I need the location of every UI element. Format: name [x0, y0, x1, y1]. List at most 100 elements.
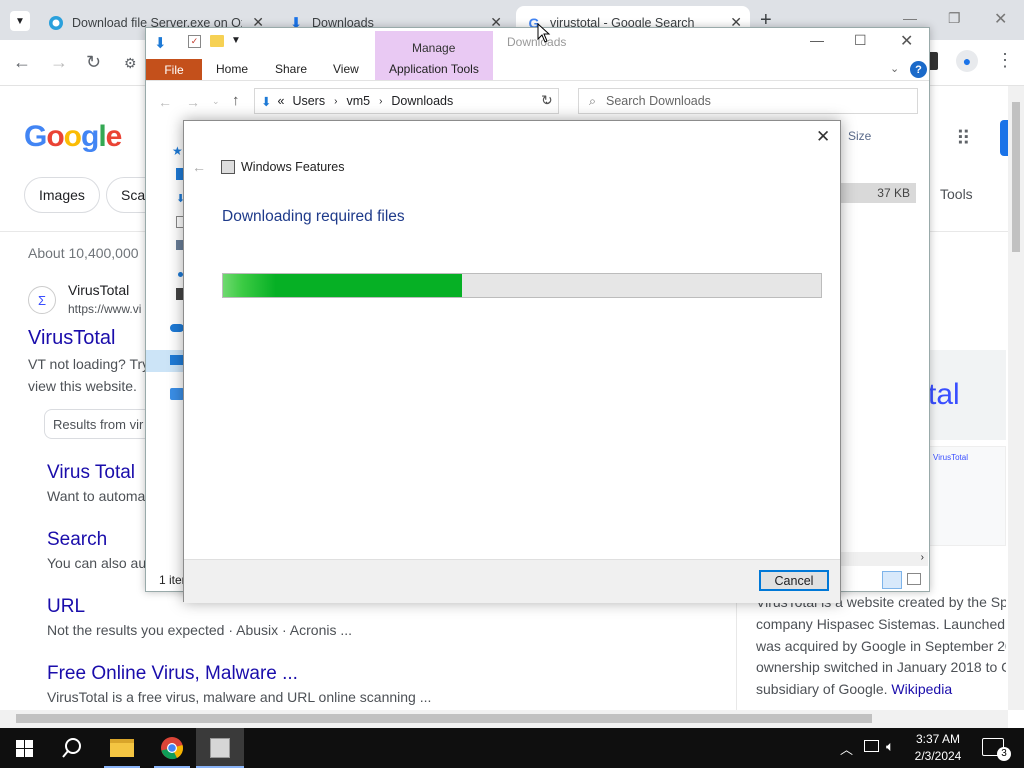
chrome-menu-icon[interactable]: ⋮ — [996, 50, 1014, 71]
maximize-icon[interactable]: ☐ — [854, 32, 867, 49]
path-segment-vm5[interactable]: vm5 — [346, 94, 370, 108]
close-window-icon[interactable]: ✕ — [900, 31, 913, 51]
vertical-scrollbar[interactable] — [1008, 86, 1024, 710]
sublink-desc: VirusTotal is a free virus, malware and … — [47, 689, 432, 705]
sublink-url[interactable]: URL — [47, 596, 85, 618]
sublink-desc: Want to automa — [47, 488, 146, 504]
dialog-title: Windows Features — [241, 160, 345, 174]
up-icon[interactable]: ↑ — [232, 92, 240, 109]
start-button[interactable] — [0, 728, 48, 768]
back-icon[interactable]: ← — [13, 52, 31, 73]
downloads-folder-icon: ⬇ — [154, 35, 167, 52]
apps-grid-icon[interactable]: ⠿ — [956, 126, 971, 151]
path-overflow[interactable]: « — [277, 94, 284, 108]
filter-chip-images[interactable]: Images — [24, 177, 100, 213]
properties-icon[interactable]: ✓ — [188, 35, 201, 48]
kp-logo-text: tal — [928, 378, 960, 411]
path-segment-downloads[interactable]: Downloads — [391, 94, 453, 108]
sublink-free-online[interactable]: Free Online Virus, Malware ... — [47, 663, 298, 685]
kp-thumb-label: VirusTotal — [933, 453, 968, 462]
close-window-icon[interactable]: ✕ — [994, 9, 1007, 29]
search-placeholder: Search Downloads — [606, 94, 711, 108]
back-icon[interactable]: ← — [158, 94, 172, 110]
kp-desc-line: was acquired by Google in September 20 — [756, 637, 1006, 654]
oxy-favicon-icon — [48, 15, 64, 31]
taskbar-chrome[interactable] — [148, 728, 196, 768]
kp-logo-image[interactable]: tal — [926, 350, 1006, 440]
close-dialog-icon[interactable]: ✕ — [816, 127, 830, 147]
onedrive-icon[interactable] — [170, 324, 184, 332]
file-row-size[interactable]: 37 KB — [840, 183, 916, 203]
minimize-icon[interactable]: — — [903, 10, 917, 26]
column-header-size[interactable]: Size — [848, 129, 871, 143]
refresh-icon[interactable]: ↻ — [541, 92, 553, 109]
network-icon[interactable] — [864, 740, 879, 752]
downloads-folder-icon: ⬇ — [261, 94, 272, 109]
google-logo[interactable]: Google — [24, 120, 122, 154]
kp-desc-line: subsidiary of Google. — [756, 681, 888, 698]
tools-button[interactable]: Tools — [940, 186, 973, 202]
horizontal-scrollbar[interactable] — [0, 710, 1008, 728]
clock-date: 2/3/2024 — [914, 749, 962, 763]
taskbar-search-button[interactable] — [48, 728, 96, 768]
explorer-hscrollbar[interactable]: › — [840, 552, 928, 566]
back-arrow-icon[interactable]: ← — [192, 159, 206, 175]
large-icons-view-icon[interactable] — [907, 573, 921, 585]
reload-icon[interactable]: ↻ — [86, 52, 101, 73]
qat-dropdown-icon[interactable]: ▼ — [231, 35, 241, 46]
show-hidden-icons[interactable]: ︿ — [840, 739, 853, 758]
minimize-icon[interactable]: — — [810, 32, 824, 48]
recent-dropdown-icon[interactable]: ⌄ — [212, 96, 220, 107]
clock-time: 3:37 AM — [915, 732, 961, 746]
sublink-virus-total[interactable]: Virus Total — [47, 462, 135, 484]
new-folder-icon[interactable] — [210, 35, 224, 47]
site-info-icon[interactable]: ⚙ — [124, 55, 137, 72]
scroll-thumb[interactable] — [16, 714, 872, 723]
ribbon-tab-file[interactable]: File — [146, 59, 202, 81]
sublink-desc: Not the results you expected · Abusix · … — [47, 622, 353, 638]
result-snippet: VT not loading? Try — [28, 356, 150, 372]
tab-search-icon[interactable]: ▼ — [10, 11, 30, 31]
ribbon-tab-view[interactable]: View — [333, 62, 359, 76]
result-stats: About 10,400,000 — [28, 245, 139, 261]
this-pc-row[interactable] — [146, 350, 186, 372]
explorer-search-box[interactable]: ⌕ Search Downloads — [578, 88, 918, 114]
sublink-search[interactable]: Search — [47, 529, 107, 551]
ribbon-tab-share[interactable]: Share — [275, 62, 307, 76]
path-segment-users[interactable]: Users — [292, 94, 325, 108]
dialog-heading: Downloading required files — [222, 208, 405, 225]
result-title-virustotal[interactable]: VirusTotal — [28, 327, 115, 350]
profile-avatar-icon[interactable]: ● — [956, 50, 978, 72]
ribbon-tab-application-tools[interactable]: Application Tools — [389, 62, 479, 76]
forward-icon[interactable]: → — [186, 94, 200, 110]
download-progress-bar — [222, 273, 822, 298]
kp-desc-line: company Hispasec Sistemas. Launched — [756, 615, 1006, 632]
kp-screenshot-image[interactable]: VirusTotal — [926, 446, 1006, 546]
dialog-footer — [184, 559, 840, 603]
ribbon-tab-home[interactable]: Home — [216, 62, 248, 76]
volume-muted-icon[interactable]: 🔈︎ — [886, 738, 894, 755]
cancel-button[interactable]: Cancel — [759, 570, 829, 591]
clock[interactable]: 3:37 AM 2/3/2024 — [907, 731, 969, 765]
restore-icon[interactable]: ❐ — [948, 10, 961, 27]
sign-in-button[interactable] — [1000, 120, 1008, 156]
scroll-thumb[interactable] — [1012, 102, 1020, 252]
network-icon[interactable] — [170, 388, 184, 400]
taskbar-windows-features[interactable] — [196, 728, 244, 768]
folder-icon — [110, 739, 134, 757]
virustotal-site-icon: Σ — [28, 286, 56, 314]
forward-icon[interactable]: → — [50, 52, 68, 73]
address-bar[interactable]: ⬇ « Users › vm5 › Downloads ⌄ — [254, 88, 559, 114]
help-icon[interactable]: ? — [910, 61, 927, 78]
wikipedia-link[interactable]: Wikipedia — [891, 681, 952, 697]
scroll-right-icon[interactable]: › — [921, 552, 924, 563]
quick-access-star-icon[interactable]: ★ — [172, 144, 183, 158]
notification-badge: 3 — [997, 747, 1011, 761]
action-center-icon[interactable]: 3 — [982, 738, 1011, 761]
taskbar-file-explorer[interactable] — [98, 728, 146, 768]
ribbon-expand-icon[interactable]: ⌄ — [890, 62, 899, 75]
windows-features-dialog: ✕ ← Windows Features Downloading require… — [183, 120, 841, 603]
details-view-icon[interactable] — [882, 571, 902, 589]
windows-features-icon — [221, 160, 235, 174]
site-url[interactable]: https://www.vi — [68, 302, 141, 316]
